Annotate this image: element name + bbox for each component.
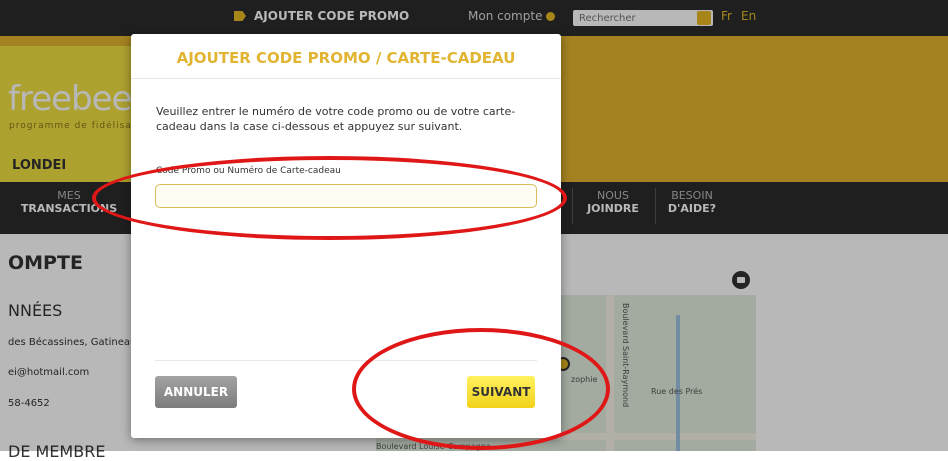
dialog-description: Veuillez entrer le numéro de votre code … — [156, 105, 516, 133]
annotation-ellipse-input — [92, 156, 567, 240]
dialog-divider — [131, 78, 561, 79]
dialog-title: AJOUTER CODE PROMO / CARTE-CADEAU — [176, 49, 516, 67]
cancel-button[interactable]: ANNULER — [155, 376, 237, 408]
annotation-ellipse-next — [352, 328, 610, 450]
